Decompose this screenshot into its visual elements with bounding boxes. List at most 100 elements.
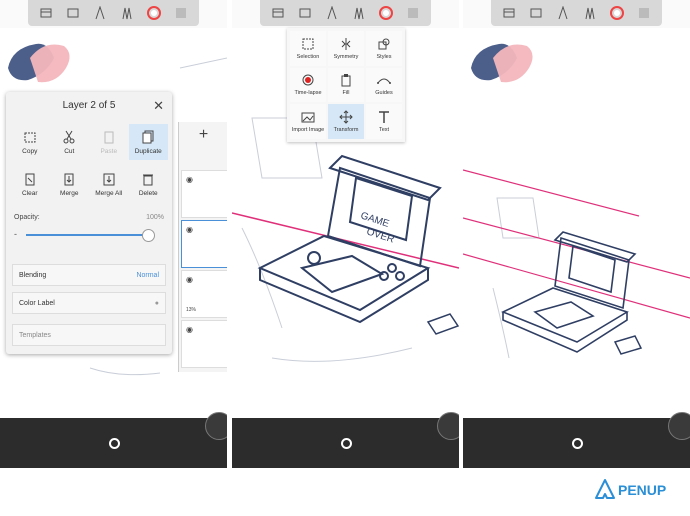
import-image-button[interactable]: Import Image (290, 104, 326, 139)
color-wheel-icon[interactable] (379, 6, 394, 20)
cut-button[interactable]: Cut (50, 124, 90, 160)
top-toolbar (260, 0, 431, 26)
canvas-icon[interactable] (298, 6, 312, 20)
color-label-row[interactable]: Color Label ● (12, 292, 166, 314)
duplicate-button[interactable]: Duplicate (128, 124, 168, 160)
layer-badge: 13% (186, 307, 197, 313)
templates-row[interactable]: Templates (12, 324, 166, 346)
record-icon (302, 74, 314, 86)
opacity-value: 100% (146, 214, 164, 221)
screen-tools-menu: GAME OVER Selection Symmetry Styles Time… (232, 0, 459, 468)
color-wheel-icon[interactable] (610, 6, 625, 20)
paste-button[interactable]: Paste (89, 124, 129, 160)
opacity-label: Opacity: (14, 214, 40, 221)
eye-icon[interactable]: ◉ (186, 225, 193, 234)
blending-label: Blending (19, 272, 47, 279)
pen-tool-icon[interactable] (556, 6, 570, 20)
opacity-slider-knob[interactable] (142, 229, 155, 242)
add-layer-button[interactable]: + (179, 122, 227, 148)
layer-thumb-1[interactable]: ◉ (181, 170, 227, 218)
guides-button[interactable]: Guides (366, 67, 402, 103)
eye-icon[interactable]: ◉ (186, 175, 193, 184)
blending-value: Normal (136, 272, 159, 279)
delete-label: Delete (138, 189, 158, 197)
merge-button[interactable]: Merge (50, 166, 90, 202)
canvas-icon[interactable] (66, 6, 80, 20)
layer-thumb-3[interactable]: ◉ 13% (181, 270, 227, 318)
merge-icon (64, 173, 74, 185)
selection-icon (302, 38, 314, 50)
pen-tool-icon[interactable] (325, 6, 339, 20)
text-button[interactable]: Text (366, 104, 402, 139)
fill-button[interactable]: Fill (328, 67, 364, 103)
selection-button[interactable]: Selection (290, 31, 326, 66)
delete-button[interactable]: Delete (129, 166, 169, 202)
opacity-decrease[interactable]: - (14, 229, 17, 239)
screen-layer-panel: Layer 2 of 5 ✕ Copy Cut Paste Duplicate … (0, 0, 227, 468)
transform-button[interactable]: Transform (328, 104, 364, 139)
cut-label: Cut (64, 147, 75, 155)
fill-bucket-icon (341, 74, 351, 87)
layers-icon[interactable] (502, 6, 516, 20)
drawing-canvas[interactable] (463, 28, 690, 418)
time-lapse-button[interactable]: Time-lapse (290, 67, 326, 103)
duplicate-label: Duplicate (134, 147, 162, 155)
brush-tool-icon[interactable] (120, 6, 134, 20)
clear-button[interactable]: Clear (10, 166, 50, 202)
paste-icon (104, 131, 114, 143)
merge-label: Merge (60, 189, 79, 197)
layer-thumb-2[interactable]: ◉ (181, 220, 227, 268)
color-label-dot: ● (154, 300, 159, 307)
eye-icon[interactable]: ◉ (186, 275, 193, 284)
fill-label: Fill (342, 90, 350, 97)
penup-wordmark: PENUP (618, 482, 667, 498)
text-label: Text (378, 127, 390, 134)
close-icon[interactable]: ✕ (153, 98, 164, 114)
copy-button[interactable]: Copy (10, 124, 50, 160)
screen-transformed (463, 0, 690, 468)
color-wheel-icon[interactable] (147, 6, 162, 20)
home-button[interactable] (571, 438, 583, 449)
layers-icon[interactable] (271, 6, 285, 20)
clear-icon (25, 173, 35, 185)
layer-dialog-title: Layer 2 of 5 (62, 100, 116, 111)
clear-label: Clear (21, 189, 38, 197)
settings-icon[interactable] (637, 6, 651, 20)
tools-menu: Selection Symmetry Styles Time-lapse Fil… (287, 28, 405, 142)
bottom-nav (463, 412, 690, 468)
blending-row[interactable]: Blending Normal (12, 264, 166, 286)
guides-icon (377, 78, 391, 85)
opacity-slider[interactable] (26, 234, 150, 236)
bottom-nav (232, 412, 459, 468)
layer-thumb-4[interactable]: ◉ (181, 320, 227, 368)
pen-button[interactable] (205, 412, 227, 440)
pen-tool-icon[interactable] (93, 6, 107, 20)
duplicate-icon (142, 130, 154, 143)
merge-all-button[interactable]: Merge All (89, 166, 129, 202)
eye-icon[interactable]: ◉ (186, 325, 193, 334)
brush-tool-icon[interactable] (352, 6, 366, 20)
settings-icon[interactable] (406, 6, 420, 20)
copy-label: Copy (22, 147, 38, 155)
scissors-icon (63, 130, 75, 143)
penup-logo-icon (595, 479, 615, 499)
settings-icon[interactable] (174, 6, 188, 20)
pen-button[interactable] (668, 412, 690, 440)
home-button[interactable] (340, 438, 352, 449)
layers-icon[interactable] (39, 6, 53, 20)
canvas-icon[interactable] (529, 6, 543, 20)
import-image-label: Import Image (291, 127, 325, 134)
brush-tool-icon[interactable] (583, 6, 597, 20)
templates-label: Templates (19, 332, 51, 339)
layer-strip: + ◉ ◉ ◉ 13% ◉ (178, 122, 227, 372)
symmetry-button[interactable]: Symmetry (328, 31, 364, 66)
home-button[interactable] (108, 438, 120, 449)
text-icon (379, 111, 389, 124)
time-lapse-label: Time-lapse (294, 90, 322, 97)
merge-all-label: Merge All (95, 189, 123, 197)
styles-icon (378, 38, 390, 50)
transform-icon (339, 110, 353, 124)
styles-button[interactable]: Styles (366, 31, 402, 66)
pen-button[interactable] (437, 412, 459, 440)
transformed-console-sketch (463, 43, 690, 359)
